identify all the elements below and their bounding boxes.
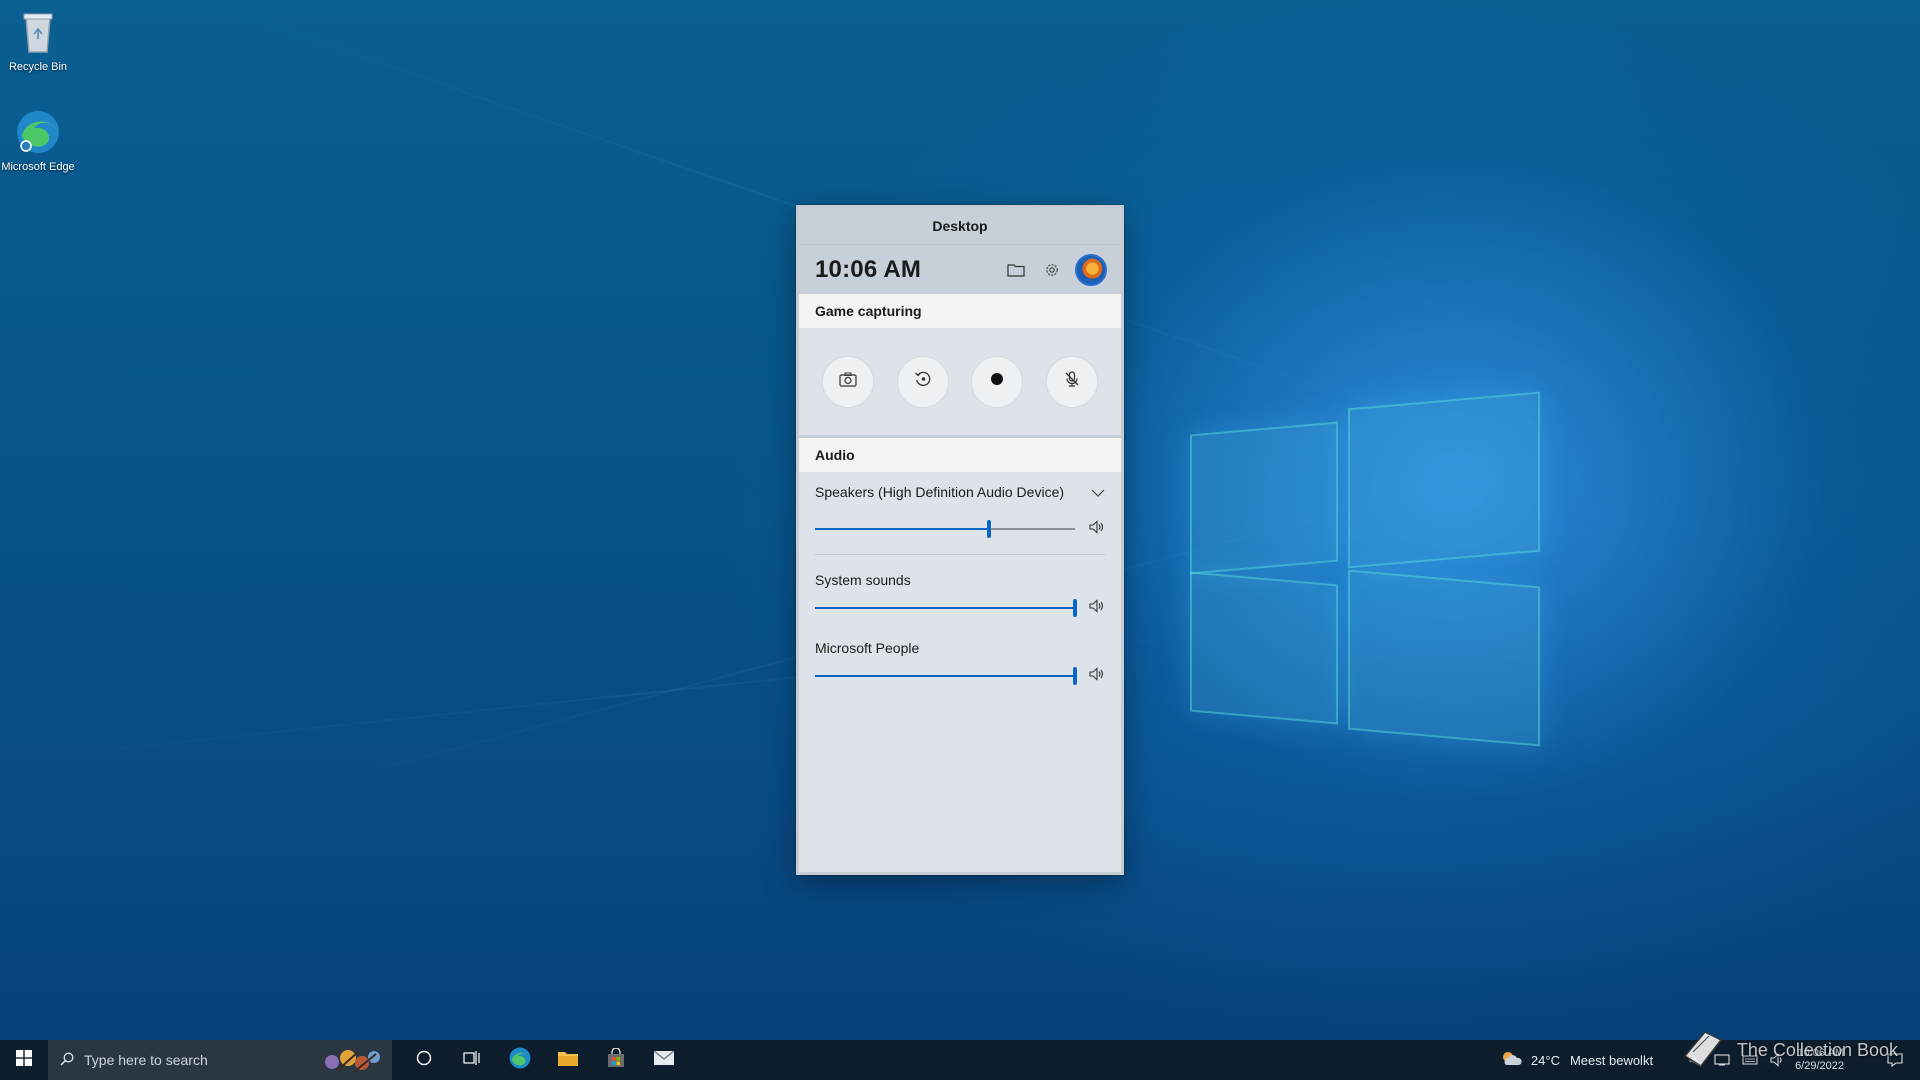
file-explorer-folder-icon	[557, 1049, 579, 1072]
cortana-button[interactable]	[400, 1040, 448, 1080]
recycle-bin-label: Recycle Bin	[8, 61, 68, 73]
cortana-circle-icon	[416, 1050, 432, 1071]
record-dot-icon	[990, 372, 1004, 391]
weather-temp: 24°C	[1530, 1052, 1560, 1068]
mail-envelope-icon	[653, 1049, 675, 1071]
avatar[interactable]	[1075, 253, 1107, 286]
capture-buttons	[799, 328, 1121, 438]
search-placeholder: Type here to search	[84, 1052, 208, 1068]
weather-widget[interactable]: 24°C Meest bewolkt	[1501, 1050, 1653, 1071]
capture-section-heading: Game capturing	[799, 294, 1121, 328]
system-sounds-track[interactable]	[815, 599, 1077, 617]
taskbar: Type here to search 24°C Meest bewolkt 1…	[0, 1040, 1920, 1080]
task-view-button[interactable]	[448, 1040, 496, 1080]
app-name-microsoft-people: Microsoft People	[815, 640, 920, 656]
weather-text: Meest bewolkt	[1569, 1052, 1654, 1068]
microsoft-people-volume-slider[interactable]	[815, 659, 1105, 693]
start-button[interactable]	[0, 1040, 48, 1080]
windows-start-icon	[16, 1049, 32, 1071]
audio-section-heading: Audio	[799, 438, 1121, 472]
master-volume-thumb[interactable]	[987, 520, 992, 538]
app-name-system-sounds: System sounds	[815, 572, 911, 588]
audio-device-name: Speakers (High Definition Audio Device)	[815, 484, 1065, 500]
mic-off-icon	[1063, 370, 1081, 393]
master-volume-track[interactable]	[815, 520, 1075, 538]
gear-icon[interactable]	[1041, 259, 1063, 281]
search-highlight-art-icon	[318, 1046, 384, 1074]
master-volume-fill	[815, 528, 990, 530]
microsoft-people-thumb[interactable]	[1073, 667, 1077, 685]
system-sounds-fill	[815, 607, 1075, 609]
store-bag-icon	[606, 1046, 626, 1073]
taskbar-store-button[interactable]	[592, 1040, 640, 1080]
start-recording-button[interactable]	[971, 355, 1024, 408]
watermark-text: The Collection Book	[1736, 1040, 1898, 1060]
speaker-icon[interactable]	[1089, 598, 1105, 618]
desktop-icon-edge[interactable]: Microsoft Edge	[0, 108, 76, 174]
screenshot-button[interactable]	[822, 355, 875, 408]
folder-icon[interactable]	[1005, 259, 1027, 281]
edge-label: Microsoft Edge	[1, 161, 75, 173]
widget-clock: 10:06 AM	[815, 255, 922, 283]
system-sounds-volume-slider[interactable]	[815, 591, 1105, 625]
taskbar-mail-button[interactable]	[640, 1040, 688, 1080]
audio-divider	[815, 554, 1105, 555]
audio-panel: Speakers (High Definition Audio Device) …	[799, 472, 1121, 693]
book-logo-icon	[1679, 1026, 1727, 1075]
microsoft-people-track[interactable]	[815, 667, 1077, 685]
task-view-icon	[463, 1050, 481, 1071]
record-last-icon	[914, 370, 932, 393]
widget-title: Desktop	[799, 208, 1121, 244]
watermark: The Collection Book	[1679, 1026, 1898, 1075]
search-icon	[60, 1052, 74, 1069]
desktop-icon-recycle-bin[interactable]: Recycle Bin	[0, 8, 76, 74]
microsoft-people-fill	[815, 675, 1075, 677]
edge-icon	[508, 1046, 532, 1075]
cloud-rain-icon	[1501, 1050, 1523, 1071]
system-sounds-thumb[interactable]	[1073, 599, 1077, 617]
taskbar-file-explorer-button[interactable]	[544, 1040, 592, 1080]
speaker-icon[interactable]	[1089, 666, 1105, 686]
speaker-icon[interactable]	[1089, 519, 1105, 539]
master-volume-slider[interactable]	[815, 512, 1105, 546]
game-bar-widget: Desktop 10:06 AM Game capturing Audio Sp…	[796, 205, 1124, 875]
edge-icon	[14, 108, 62, 156]
screenshot-camera-icon	[839, 372, 857, 392]
windows-logo-wallpaper	[1190, 380, 1540, 747]
record-last-button[interactable]	[896, 355, 949, 408]
recycle-bin-icon	[14, 8, 62, 56]
mic-toggle-button[interactable]	[1045, 355, 1098, 408]
chevron-down-icon	[1091, 484, 1105, 500]
taskbar-search-box[interactable]: Type here to search	[48, 1040, 392, 1080]
audio-device-selector[interactable]: Speakers (High Definition Audio Device)	[815, 472, 1105, 512]
widget-header: 10:06 AM	[799, 244, 1121, 294]
taskbar-edge-button[interactable]	[496, 1040, 544, 1080]
